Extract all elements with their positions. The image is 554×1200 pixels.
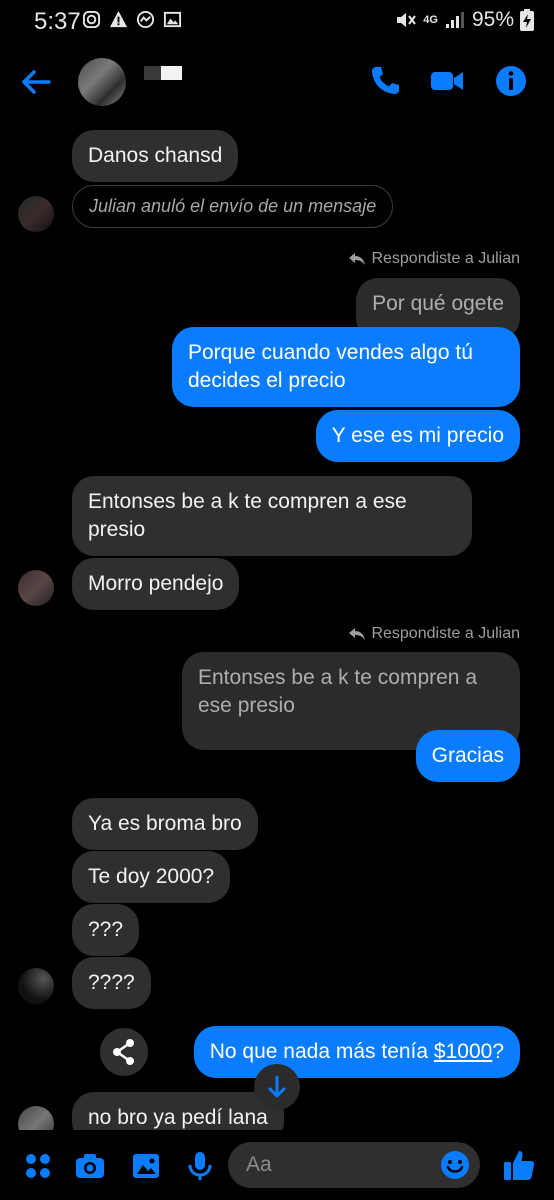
info-icon[interactable]: [494, 64, 528, 98]
incoming-message[interactable]: Entonses be a k te compren a ese presio: [72, 476, 472, 556]
camera-icon[interactable]: [74, 1150, 106, 1182]
status-right: 4G 95%: [395, 8, 534, 32]
battery-icon: [520, 9, 534, 31]
message-link[interactable]: $1000: [434, 1040, 492, 1063]
instagram-icon: [82, 10, 101, 29]
sender-avatar[interactable]: [18, 1106, 54, 1130]
reply-note: Respondiste a Julian: [349, 250, 520, 268]
outgoing-message[interactable]: Y ese es mi precio: [315, 410, 520, 462]
incoming-message[interactable]: ???: [72, 904, 140, 956]
thumbs-up-icon[interactable]: [502, 1148, 536, 1182]
share-button[interactable]: [100, 1028, 148, 1076]
video-call-icon[interactable]: [430, 64, 464, 98]
scroll-to-bottom-button[interactable]: [254, 1064, 300, 1110]
reply-arrow-icon: [349, 253, 366, 265]
message-text: No que nada más tenía: [209, 1040, 434, 1063]
message-input-placeholder: Aa: [246, 1153, 272, 1176]
reply-note: Respondiste a Julian: [349, 625, 520, 643]
incoming-message[interactable]: Ya es broma bro: [72, 798, 258, 850]
contact-name-redacted[interactable]: [144, 66, 182, 80]
share-icon: [113, 1039, 134, 1065]
reply-note-text: Respondiste a Julian: [371, 625, 520, 642]
composer-bar: Aa: [0, 1130, 554, 1200]
notification-icons: [82, 10, 182, 29]
status-time: 5:37: [34, 8, 81, 35]
incoming-message[interactable]: Danos chansd: [72, 130, 239, 182]
mute-icon: [397, 13, 417, 27]
message-list[interactable]: Danos chansd Julian anuló el envío de un…: [0, 118, 554, 1130]
gallery-icon[interactable]: [130, 1150, 162, 1182]
contact-avatar[interactable]: [78, 58, 126, 106]
signal-icon: [445, 12, 464, 28]
microphone-icon[interactable]: [184, 1150, 216, 1182]
outgoing-message[interactable]: Porque cuando vendes algo tú decides el …: [172, 327, 520, 407]
sender-avatar[interactable]: [18, 968, 54, 1004]
sender-avatar[interactable]: [18, 570, 54, 606]
unsent-message-notice: Julian anuló el envío de un mensaje: [72, 185, 394, 228]
incoming-message[interactable]: Te doy 2000?: [72, 851, 231, 903]
emoji-icon[interactable]: [440, 1150, 470, 1180]
battery-percent: 95%: [471, 8, 514, 31]
message-text-end: ?: [492, 1040, 504, 1063]
gallery-icon: [163, 11, 182, 28]
messenger-icon: [136, 10, 155, 29]
phone-call-icon[interactable]: [368, 64, 402, 98]
incoming-message[interactable]: Morro pendejo: [72, 558, 240, 610]
incoming-message[interactable]: ????: [72, 957, 151, 1009]
incoming-message[interactable]: no bro ya pedí lana: [72, 1092, 284, 1130]
reply-arrow-icon: [349, 628, 366, 640]
more-actions-icon[interactable]: [22, 1150, 54, 1182]
back-arrow-icon[interactable]: [18, 64, 54, 100]
network-label: 4G: [423, 14, 438, 26]
outgoing-message[interactable]: Gracias: [415, 730, 520, 782]
outgoing-message[interactable]: No que nada más tenía $1000?: [193, 1026, 520, 1078]
sender-avatar[interactable]: [18, 196, 54, 232]
warning-icon: [109, 10, 128, 28]
message-input[interactable]: Aa: [228, 1142, 480, 1188]
conversation-header: [0, 44, 554, 118]
status-bar: 5:37 4G 95%: [0, 0, 554, 44]
arrow-down-icon: [268, 1075, 286, 1098]
reply-note-text: Respondiste a Julian: [371, 250, 520, 267]
